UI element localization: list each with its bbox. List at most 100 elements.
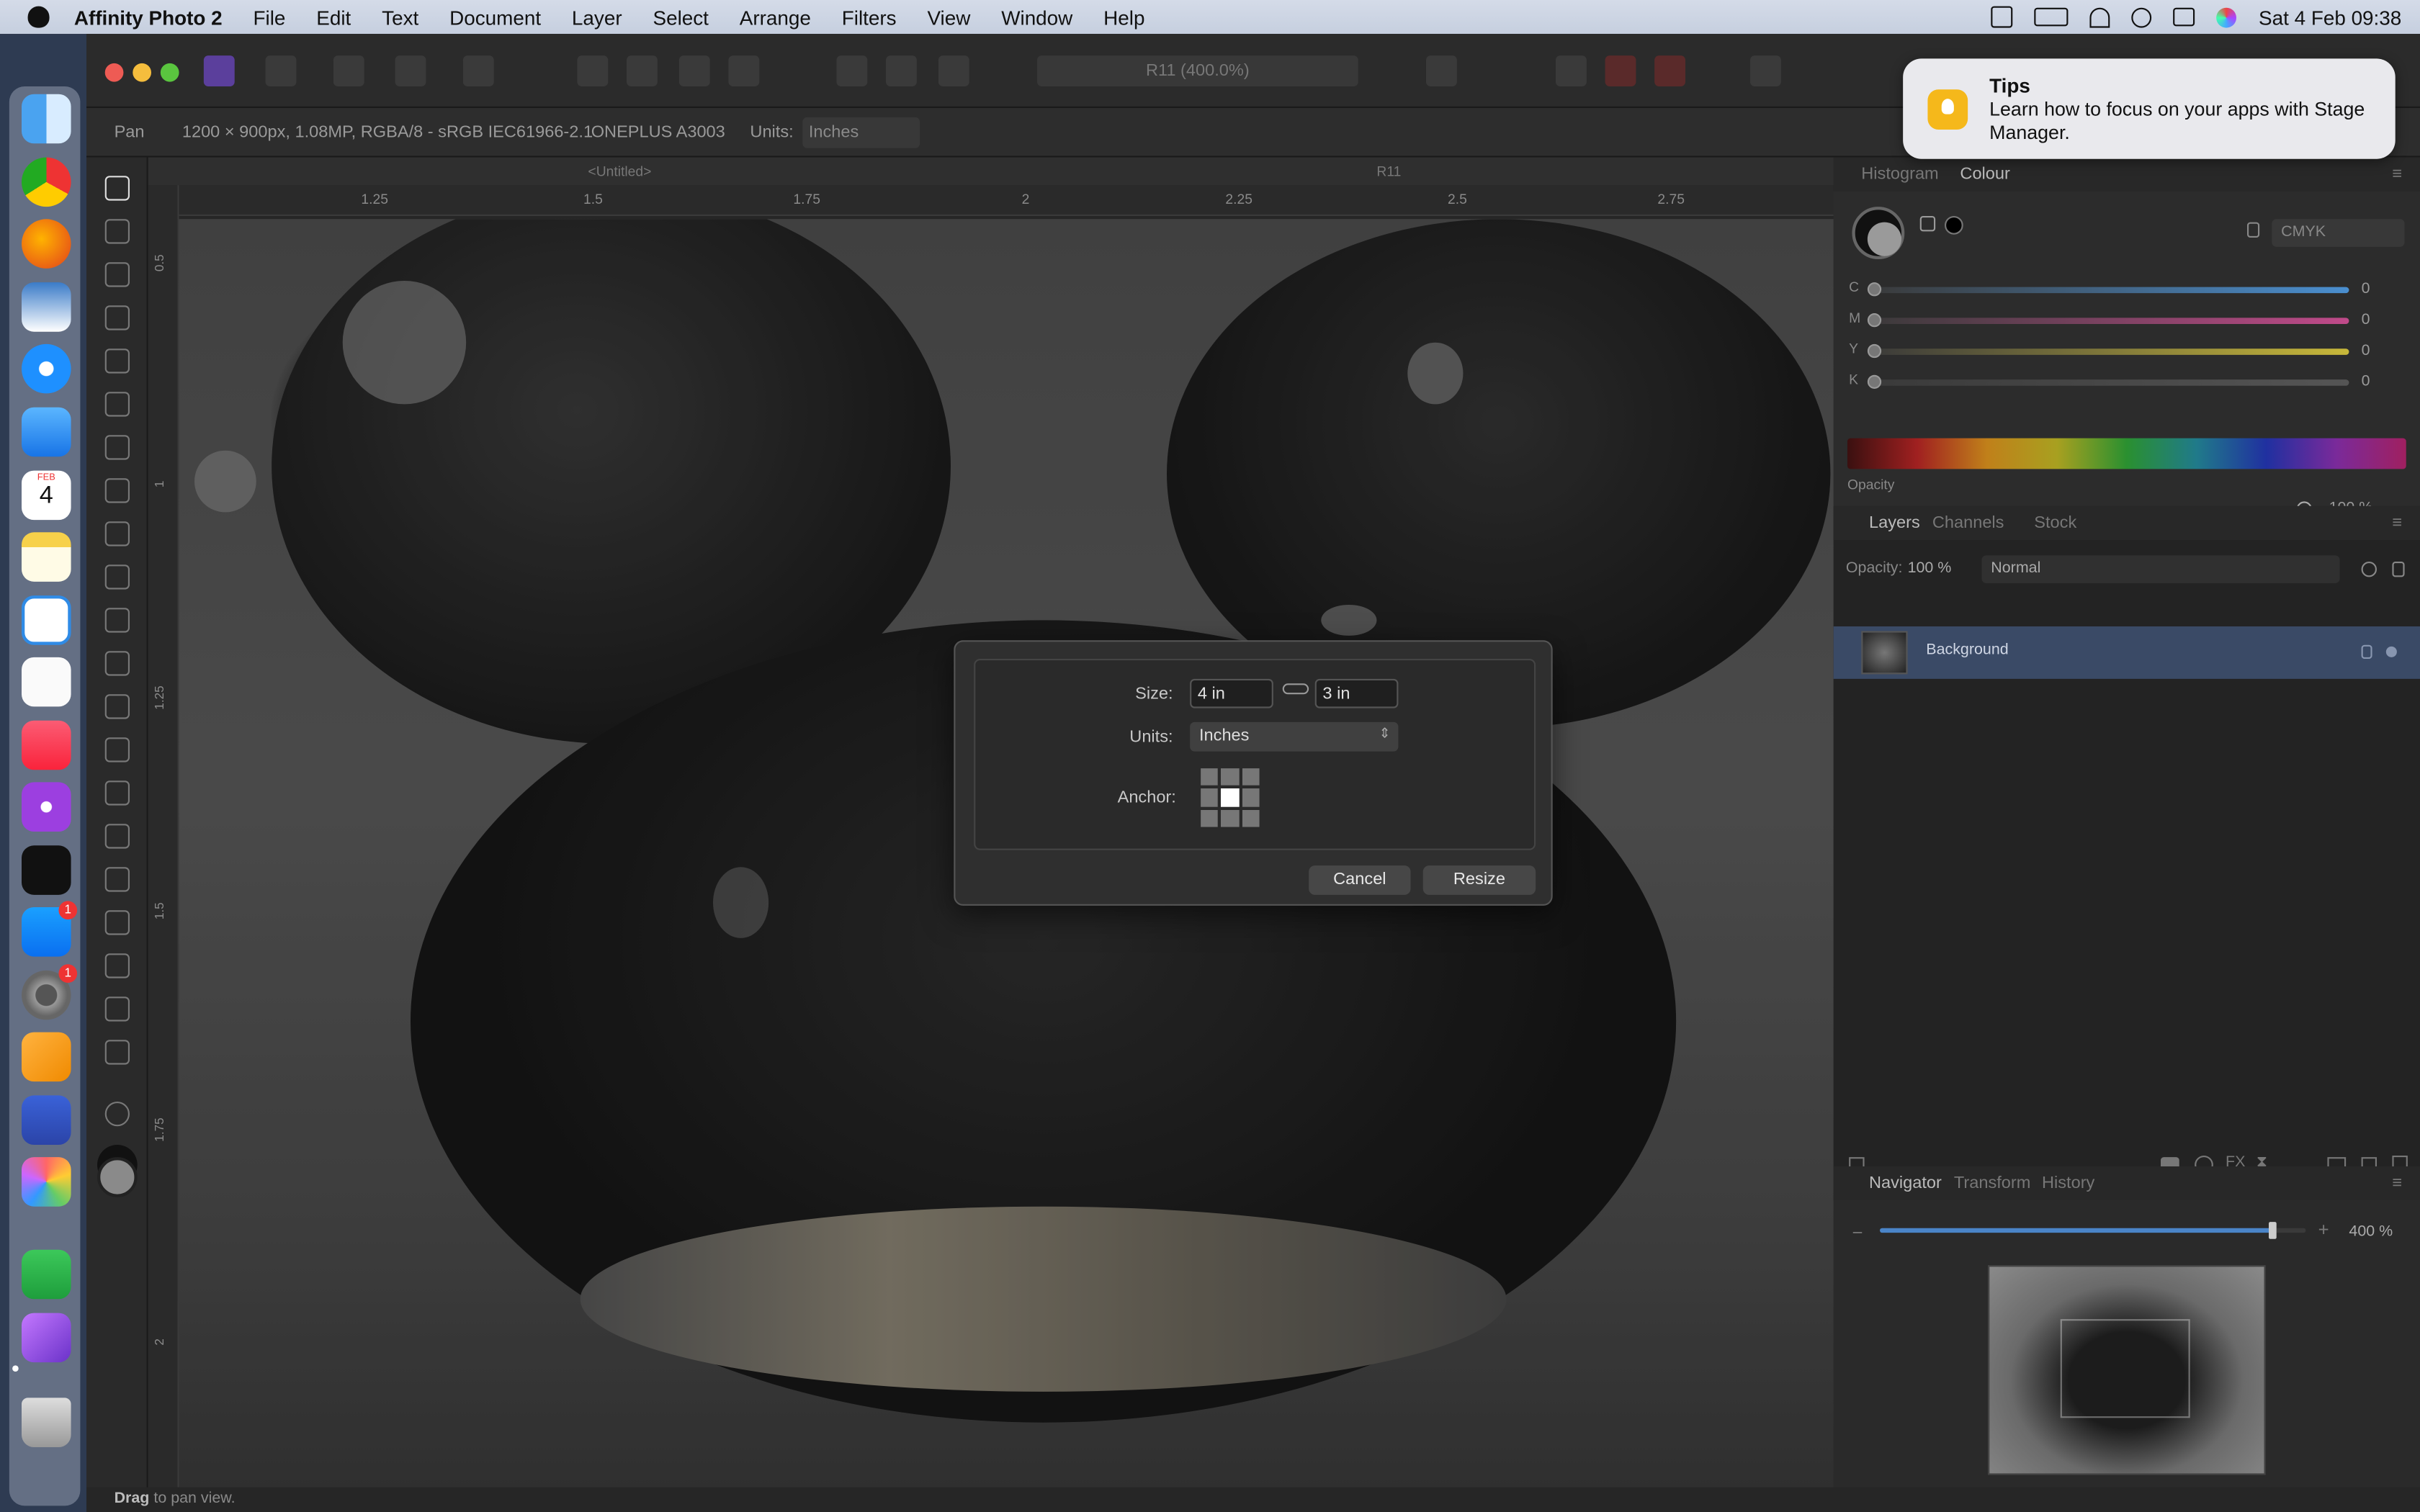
launchpad-icon[interactable] — [22, 1157, 71, 1207]
auto-contrast-icon[interactable] — [627, 55, 658, 86]
music-icon[interactable] — [22, 720, 71, 770]
slider-k-knob[interactable] — [1867, 374, 1882, 389]
levels-icon[interactable] — [577, 55, 609, 86]
anchor-bottom-left[interactable] — [1201, 809, 1219, 827]
anchor-middle-left[interactable] — [1201, 788, 1219, 806]
deselect-icon[interactable] — [886, 55, 917, 86]
slider-m[interactable]: M 0 — [1849, 310, 2404, 332]
text-tool-icon[interactable] — [104, 996, 130, 1022]
flood-fill-tool-icon[interactable] — [104, 478, 130, 503]
navigator-preview[interactable] — [1988, 1265, 2266, 1475]
erase-brush-tool-icon[interactable] — [104, 564, 130, 590]
anchor-top-left[interactable] — [1201, 768, 1219, 786]
image-capture-icon[interactable] — [22, 1095, 71, 1145]
photo-persona-icon[interactable] — [203, 55, 235, 86]
zoom-tool-icon[interactable] — [104, 1102, 130, 1127]
tab-r11[interactable]: R11 — [1376, 163, 1401, 179]
pan-tool-icon[interactable] — [104, 176, 130, 201]
app-store-icon[interactable]: 1 — [22, 901, 78, 957]
slider-y[interactable]: Y 0 — [1849, 341, 2404, 363]
table-tool-icon[interactable] — [104, 1040, 130, 1065]
eyedropper-icon[interactable] — [1919, 216, 1936, 232]
firefox-icon[interactable] — [22, 219, 71, 269]
panel-menu-icon[interactable]: ≡ — [2392, 165, 2402, 184]
quick-mask-icon[interactable] — [1425, 55, 1457, 86]
mail-icon[interactable] — [22, 407, 71, 457]
slider-y-knob[interactable] — [1867, 343, 1882, 359]
inpainting-tool-icon[interactable] — [104, 737, 130, 762]
freeform-icon[interactable] — [22, 595, 71, 645]
tone-mapping-persona-icon[interactable] — [395, 55, 426, 86]
blur-brush-tool-icon[interactable] — [104, 780, 130, 806]
develop-persona-icon[interactable] — [333, 55, 364, 86]
blend-mode-select[interactable]: Normal — [1981, 555, 2340, 583]
invert-selection-icon[interactable] — [938, 55, 969, 86]
affinity-status-icon[interactable] — [1991, 6, 2014, 28]
rectangle-tool-icon[interactable] — [104, 953, 130, 978]
slider-k-track[interactable] — [1870, 379, 2349, 386]
menu-app-name[interactable]: Affinity Photo 2 — [74, 6, 223, 29]
menu-arrange[interactable]: Arrange — [740, 6, 811, 29]
finder-icon[interactable] — [22, 94, 71, 144]
menu-help[interactable]: Help — [1103, 6, 1144, 29]
tab-navigator[interactable]: Navigator — [1869, 1174, 1942, 1193]
secondary-colour-swatch[interactable] — [1867, 222, 1901, 256]
pen-tool-icon[interactable] — [104, 910, 130, 935]
anchor-bottom-center[interactable] — [1221, 809, 1239, 827]
slider-m-knob[interactable] — [1867, 313, 1882, 328]
undo-icon[interactable] — [1654, 55, 1685, 86]
assistant-icon[interactable] — [1750, 55, 1781, 86]
chrome-icon[interactable] — [22, 157, 71, 207]
slider-c-knob[interactable] — [1867, 282, 1882, 297]
zoom-out-icon[interactable]: − — [1852, 1222, 1863, 1243]
menu-window[interactable]: Window — [1001, 6, 1072, 29]
search-icon[interactable] — [2132, 6, 2153, 27]
slider-c-value[interactable]: 0 — [2362, 281, 2370, 298]
auto-white-balance-icon[interactable] — [728, 55, 760, 86]
slider-y-value[interactable]: 0 — [2362, 343, 2370, 360]
layer-visibility-icon[interactable] — [2385, 646, 2397, 657]
slider-c[interactable]: C 0 — [1849, 279, 2404, 301]
calendar-icon[interactable]: FEB 4 — [22, 470, 71, 521]
siri-icon[interactable] — [2217, 6, 2238, 27]
anchor-bottom-right[interactable] — [1242, 809, 1260, 827]
marquee-tool-icon[interactable] — [104, 435, 130, 460]
slider-y-track[interactable] — [1870, 348, 2349, 355]
anchor-top-center[interactable] — [1221, 768, 1239, 786]
clone-brush-tool-icon[interactable] — [104, 651, 130, 676]
menu-filters[interactable]: Filters — [842, 6, 897, 29]
units-select[interactable]: Inches — [802, 117, 920, 148]
link-dimensions-icon[interactable] — [1282, 683, 1309, 695]
podcasts-icon[interactable] — [22, 782, 71, 832]
anchor-grid[interactable] — [1201, 768, 1260, 827]
menubar-clock[interactable]: Sat 4 Feb 09:38 — [2259, 6, 2401, 29]
layer-settings-icon[interactable] — [2361, 562, 2377, 577]
height-field[interactable]: 3 in — [1314, 678, 1399, 708]
colour-picker-tool-icon[interactable] — [104, 262, 130, 287]
marquee-select-icon[interactable] — [836, 55, 868, 86]
navigator-viewport[interactable] — [2060, 1319, 2190, 1418]
cancel-button[interactable]: Cancel — [1309, 865, 1411, 895]
numbers-icon[interactable] — [22, 1249, 71, 1300]
colour-spectrum[interactable] — [1847, 438, 2406, 469]
slider-c-track[interactable] — [1870, 287, 2349, 294]
tab-colour[interactable]: Colour — [1960, 165, 2009, 184]
notes-icon[interactable] — [22, 532, 71, 582]
snapping-icon[interactable] — [1605, 55, 1636, 86]
anchor-center[interactable] — [1221, 788, 1239, 806]
pages-icon[interactable] — [22, 1032, 71, 1082]
tab-histogram[interactable]: Histogram — [1861, 165, 1938, 184]
tab-untitled[interactable]: <Untitled> — [588, 163, 651, 179]
system-settings-icon[interactable]: 1 — [22, 964, 78, 1020]
menu-document[interactable]: Document — [449, 6, 541, 29]
layer-lock-icon[interactable] — [2361, 644, 2372, 659]
menu-view[interactable]: View — [927, 6, 970, 29]
tab-transform[interactable]: Transform — [1954, 1174, 2031, 1193]
resize-button[interactable]: Resize — [1422, 865, 1536, 895]
apple-tv-icon[interactable] — [22, 845, 71, 895]
red-eye-tool-icon[interactable] — [104, 694, 130, 719]
apple-icon[interactable] — [27, 6, 50, 28]
anchor-top-right[interactable] — [1242, 768, 1260, 786]
layer-opacity-value[interactable]: 100 % — [1908, 560, 1952, 577]
layer-row[interactable]: Background — [1833, 626, 2420, 679]
